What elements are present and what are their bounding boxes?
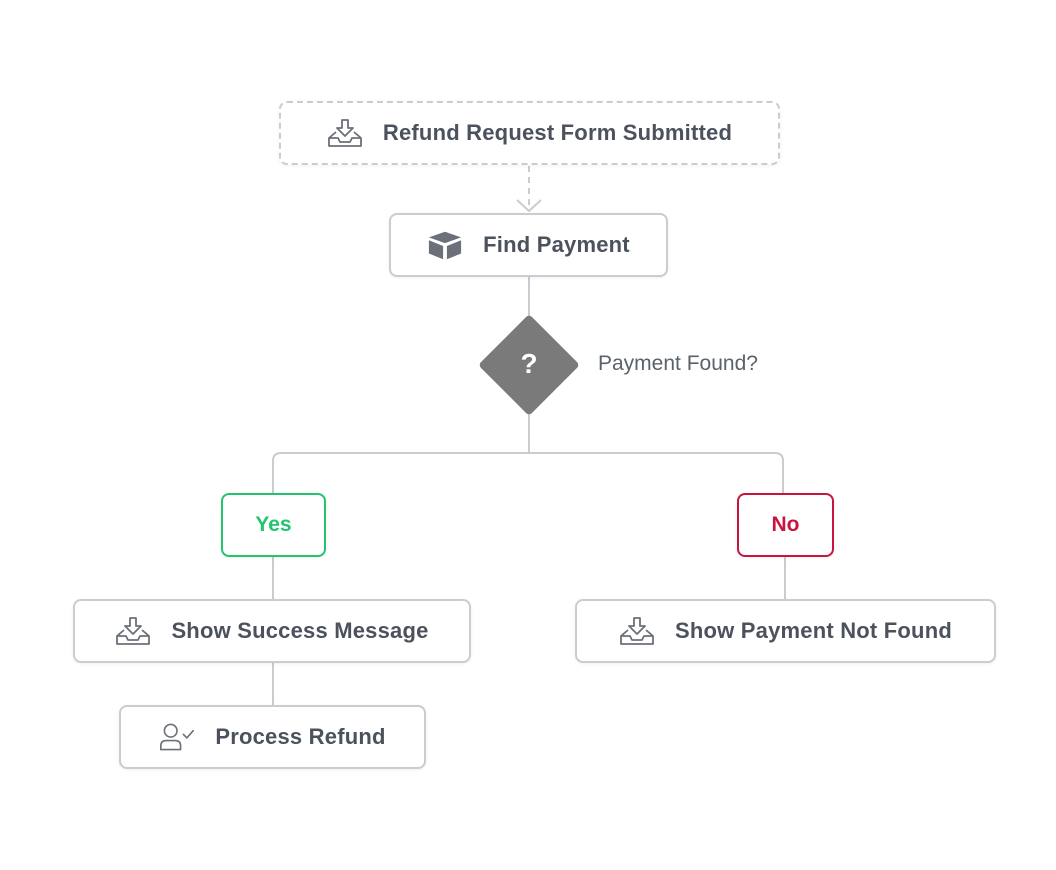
connector-branch-split — [272, 452, 784, 493]
decision-label: Payment Found? — [598, 352, 758, 375]
show-payment-not-found-label: Show Payment Not Found — [675, 618, 952, 643]
show-success-message-node[interactable]: Show Success Message — [73, 599, 471, 663]
find-payment-label: Find Payment — [483, 232, 630, 257]
branch-yes[interactable]: Yes — [221, 493, 326, 557]
branch-no[interactable]: No — [737, 493, 834, 557]
inbox-download-icon — [327, 117, 363, 149]
find-payment-node[interactable]: Find Payment — [389, 213, 668, 277]
trigger-label: Refund Request Form Submitted — [382, 120, 733, 145]
decision-diamond[interactable] — [478, 314, 580, 416]
branch-no-label: No — [771, 513, 800, 536]
box-icon — [427, 229, 463, 261]
user-check-icon — [159, 721, 195, 753]
inbox-download-icon — [619, 615, 655, 647]
arrowhead-icon — [516, 199, 542, 213]
branch-yes-label: Yes — [255, 513, 292, 536]
process-refund-node[interactable]: Process Refund — [119, 705, 426, 769]
show-payment-not-found-node[interactable]: Show Payment Not Found — [575, 599, 996, 663]
flow-diagram: Refund Request Form Submitted Find Payme… — [0, 0, 1056, 870]
show-success-message-label: Show Success Message — [171, 618, 429, 643]
trigger-node[interactable]: Refund Request Form Submitted — [279, 101, 780, 165]
inbox-download-icon — [115, 615, 151, 647]
process-refund-label: Process Refund — [215, 724, 386, 749]
